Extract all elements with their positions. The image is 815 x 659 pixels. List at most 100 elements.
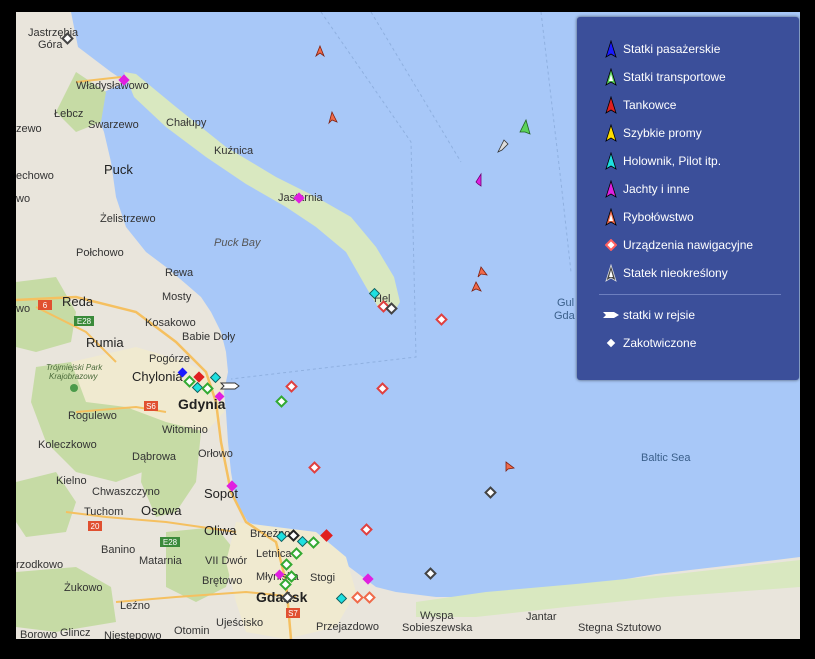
legend-label: Statki pasażerskie	[623, 42, 721, 56]
place-reda: Reda	[62, 294, 94, 309]
legend-label: Rybołówstwo	[623, 210, 694, 224]
place-jantar: Jantar	[526, 611, 557, 623]
place-chalupy: Chałupy	[166, 117, 207, 129]
place-witomino: Witomino	[162, 424, 208, 436]
place-dabrowa: Dąbrowa	[132, 451, 177, 463]
legend-status-underway[interactable]: statki w rejsie	[577, 305, 695, 325]
legend-panel: Statki pasażerskie Statki transportowe T…	[577, 17, 799, 380]
place-gda: Gda	[554, 310, 576, 322]
tug-pilot-icon	[601, 151, 621, 171]
legend-item-tug-pilot[interactable]: Holownik, Pilot itp.	[577, 151, 721, 171]
place-letnica: Letnica	[256, 548, 292, 560]
place-pogorze: Pogórze	[149, 353, 190, 365]
place-sobieszewska: Sobieszewska	[402, 622, 473, 634]
place-gora: Góra	[38, 39, 63, 51]
place-niestepowo: Niestępowo	[104, 630, 161, 639]
place-rzodkowo: rzodkowo	[16, 559, 63, 571]
place-wo2: wo	[16, 303, 30, 315]
place-lezno: Leźno	[120, 600, 150, 612]
place-rogulewo: Rogulewo	[68, 410, 117, 422]
place-sztutowo: Sztutowo	[616, 622, 661, 634]
place-ujescisko: Ujeścisko	[216, 617, 263, 629]
road-6-label: 6	[43, 301, 48, 310]
park-marker-icon	[70, 384, 78, 392]
place-wo: wo	[16, 193, 30, 205]
legend-item-yacht[interactable]: Jachty i inne	[577, 179, 690, 199]
legend-item-fast-ferry[interactable]: Szybkie promy	[577, 123, 702, 143]
place-osowa: Osowa	[141, 503, 182, 518]
place-glincz: Glincz	[60, 627, 91, 639]
place-lebcz: Łebcz	[54, 108, 83, 120]
legend-label: Statek nieokreślony	[623, 266, 728, 280]
road-e28-south-label: E28	[163, 538, 178, 547]
road-e28-label: E28	[77, 317, 92, 326]
place-chwaszczyno: Chwaszczyno	[92, 486, 160, 498]
place-tuchom: Tuchom	[84, 506, 123, 518]
navaid-icon	[601, 235, 621, 255]
anchored-icon	[601, 333, 621, 353]
place-echowo: echowo	[16, 170, 54, 182]
place-krajobrazowy: Krajobrazowy	[49, 372, 98, 381]
place-stogi: Stogi	[310, 572, 335, 584]
place-zewo: zewo	[16, 123, 42, 135]
legend-label: Szybkie promy	[623, 126, 702, 140]
place-swarzewo: Swarzewo	[88, 119, 139, 131]
legend-label: statki w rejsie	[623, 308, 696, 322]
place-koleczkowo: Koleczkowo	[38, 439, 97, 451]
legend-status-anchored[interactable]: Zakotwiczone	[577, 333, 696, 353]
place-matarnia: Matarnia	[139, 555, 183, 567]
cargo-ship-icon	[601, 67, 621, 87]
place-oliwa: Oliwa	[204, 523, 237, 538]
legend-item-passenger[interactable]: Statki pasażerskie	[577, 39, 720, 59]
fishing-icon	[601, 207, 621, 227]
place-rumia: Rumia	[86, 335, 124, 350]
place-rewa: Rewa	[165, 267, 194, 279]
place-mosty: Mosty	[162, 291, 192, 303]
yacht-icon	[601, 179, 621, 199]
underway-ship-icon[interactable]	[219, 382, 240, 390]
place-zelistrzewo: Żelistrzewo	[100, 212, 156, 225]
place-trojmiejski: Trójmiejski Park	[46, 363, 103, 372]
legend-item-tanker[interactable]: Tankowce	[577, 95, 676, 115]
legend-item-fishing[interactable]: Rybołówstwo	[577, 207, 694, 227]
tanker-icon	[601, 95, 621, 115]
unknown-ship-icon	[601, 263, 621, 283]
place-polchowo: Połchowo	[76, 247, 124, 259]
place-przejazdowo: Przejazdowo	[316, 621, 379, 633]
legend-label: Zakotwiczone	[623, 336, 697, 350]
legend-item-cargo[interactable]: Statki transportowe	[577, 67, 726, 87]
underway-icon	[601, 305, 621, 325]
place-bretowo: Brętowo	[202, 575, 242, 587]
place-borowo: Borowo	[20, 629, 57, 639]
place-vii-dwor: VII Dwór	[205, 555, 248, 567]
place-puck-bay: Puck Bay	[214, 237, 262, 249]
legend-label: Holownik, Pilot itp.	[623, 154, 722, 168]
place-banino: Banino	[101, 544, 135, 556]
road-20-label: 20	[91, 522, 100, 531]
fast-ferry-icon	[601, 123, 621, 143]
place-chylonia: Chylonia	[132, 369, 183, 384]
legend-item-navaid[interactable]: Urządzenia nawigacyjne	[577, 235, 753, 255]
road-s6-label: S6	[146, 402, 156, 411]
legend-divider	[599, 294, 781, 295]
place-wladyslawowo: Władysławowo	[76, 80, 149, 92]
place-otomin: Otomin	[174, 625, 209, 637]
legend-label: Statki transportowe	[623, 70, 726, 84]
place-gul: Gul	[557, 297, 574, 309]
place-kosakowo: Kosakowo	[145, 317, 196, 329]
legend-item-unknown[interactable]: Statek nieokreślony	[577, 263, 728, 283]
legend-label: Tankowce	[623, 98, 677, 112]
place-zukowo: Żukowo	[64, 581, 103, 594]
place-baltic-sea: Baltic Sea	[641, 452, 691, 464]
place-wyspa: Wyspa	[420, 610, 454, 622]
place-puck: Puck	[104, 162, 133, 177]
place-kielno: Kielno	[56, 475, 87, 487]
passenger-ship-icon	[601, 39, 621, 59]
legend-label: Urządzenia nawigacyjne	[623, 238, 754, 252]
place-kuznica: Kuźnica	[214, 145, 254, 157]
legend-label: Jachty i inne	[623, 182, 690, 196]
place-orlowo: Orłowo	[198, 448, 233, 460]
place-babie-doly: Babie Doły	[182, 331, 236, 343]
place-stegna: Stegna	[578, 622, 614, 634]
road-s7-label: S7	[288, 609, 298, 618]
